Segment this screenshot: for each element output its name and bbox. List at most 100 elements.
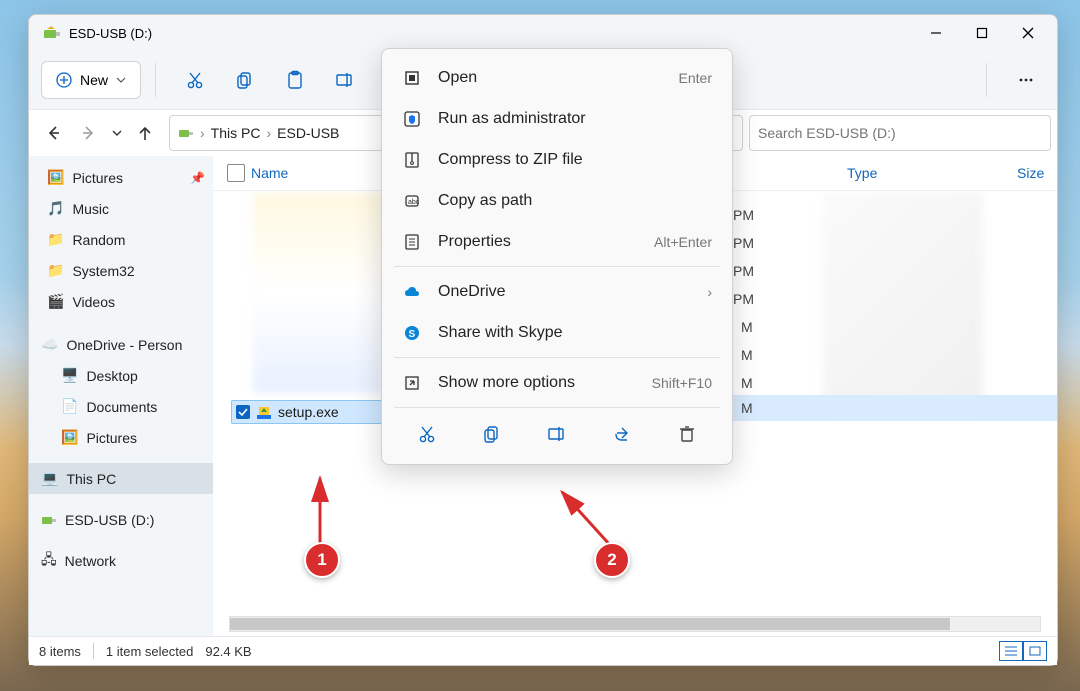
ctx-admin[interactable]: Run as administrator [382,98,732,139]
usb-drive-icon [41,514,57,526]
maximize-button[interactable] [959,15,1005,51]
forward-button[interactable] [71,115,107,151]
file-row-setup[interactable]: setup.exe [231,400,387,424]
sidebar-item-random[interactable]: 📁 Random [29,224,213,255]
file-date: M [741,375,753,391]
ctx-label: OneDrive [438,283,506,301]
pin-icon: 📌 [190,171,205,185]
sidebar-item-label: ESD-USB (D:) [65,512,154,528]
up-button[interactable] [127,115,163,151]
recent-button[interactable] [107,115,127,151]
status-bar: 8 items 1 item selected 92.4 KB [29,636,1057,665]
folder-icon: 📁 [47,231,64,248]
zip-icon [402,151,422,169]
ctx-delete-button[interactable] [668,415,706,453]
ctx-open[interactable]: Open Enter [382,57,732,98]
copy-button[interactable] [226,61,264,99]
ctx-share-button[interactable] [603,415,641,453]
sidebar-item-label: Network [65,553,116,569]
minimize-button[interactable] [913,15,959,51]
sidebar-item-label: Random [72,232,125,248]
file-date: M [741,347,753,363]
checkbox-checked-icon [236,405,250,419]
desktop-icon: 🖥️ [61,367,78,384]
ctx-shortcut: Shift+F10 [652,375,712,391]
rename-button[interactable] [326,61,364,99]
new-button[interactable]: New [41,61,141,99]
ctx-cut-button[interactable] [408,415,446,453]
icons-view-button[interactable] [1023,641,1047,661]
ctx-more[interactable]: Show more options Shift+F10 [382,362,732,403]
sidebar-item-label: This PC [66,471,116,487]
ctx-properties[interactable]: Properties Alt+Enter [382,221,732,262]
new-button-label: New [80,72,108,88]
sidebar-item-desktop[interactable]: 🖥️Desktop [29,360,213,391]
breadcrumb-thispc[interactable]: This PC [211,125,261,141]
status-size: 92.4 KB [205,644,251,659]
ctx-shortcut: Alt+Enter [654,234,712,250]
ctx-zip[interactable]: Compress to ZIP file [382,139,732,180]
column-type[interactable]: Type [847,165,1017,181]
sidebar-item-videos[interactable]: 🎬Videos [29,286,213,317]
sidebar-item-label: Music [72,201,109,217]
file-date: PM [733,207,754,223]
annotation-marker-2: 2 [594,542,630,578]
cut-button[interactable] [176,61,214,99]
sidebar-item-pictures[interactable]: 🖼️Pictures📌 [29,162,213,193]
cloud-icon [402,285,422,299]
window-title: ESD-USB (D:) [69,26,152,41]
file-date: PM [733,291,754,307]
sidebar-item-onedrive[interactable]: ☁️OneDrive - Person [29,329,213,360]
sidebar-item-music[interactable]: 🎵Music [29,193,213,224]
ctx-copypath[interactable]: abc Copy as path [382,180,732,221]
video-icon: 🎬 [47,293,64,310]
file-date: PM [733,263,754,279]
menu-separator [394,357,720,358]
sidebar-item-label: Pictures [72,170,123,186]
ctx-label: Compress to ZIP file [438,151,583,169]
titlebar: ESD-USB (D:) [29,15,1057,51]
search-input[interactable] [749,115,1051,151]
ctx-rename-button[interactable] [538,415,576,453]
copypath-icon: abc [402,192,422,210]
ctx-onedrive[interactable]: OneDrive › [382,271,732,312]
sidebar-item-pictures[interactable]: 🖼️Pictures [29,422,213,453]
file-date: M [741,319,753,335]
file-date: PM [733,235,754,251]
ctx-shortcut: Enter [679,70,712,86]
sidebar-item-thispc[interactable]: 💻 This PC [29,463,213,494]
breadcrumb-esd[interactable]: ESD-USB [277,125,339,141]
close-button[interactable] [1005,15,1051,51]
column-size[interactable]: Size [1017,165,1057,181]
svg-text:abc: abc [408,199,420,206]
ctx-skype[interactable]: S Share with Skype [382,312,732,353]
status-selected: 1 item selected [106,644,193,659]
horizontal-scrollbar[interactable] [229,616,1041,632]
cloud-icon: ☁️ [41,336,58,353]
sidebar-item-esd[interactable]: ESD-USB (D:) [29,504,213,535]
ctx-copy-button[interactable] [473,415,511,453]
separator [155,63,156,97]
context-menu: Open Enter Run as administrator Compress… [381,48,733,465]
chevron-right-icon: › [707,284,712,300]
document-icon: 📄 [61,398,78,415]
sidebar-item-system32[interactable]: 📁System32 [29,255,213,286]
usb-drive-icon [178,127,194,139]
pc-icon: 💻 [41,470,58,487]
menu-separator [394,266,720,267]
more-button[interactable] [1007,61,1045,99]
usb-drive-icon [43,26,61,40]
back-button[interactable] [35,115,71,151]
setup-icon [256,404,272,420]
ctx-label: Copy as path [438,192,532,210]
sidebar-item-documents[interactable]: 📄Documents [29,391,213,422]
shield-icon [402,110,422,128]
select-all-checkbox[interactable] [221,164,251,182]
properties-icon [402,233,422,251]
annotation-marker-1: 1 [304,542,340,578]
details-view-button[interactable] [999,641,1023,661]
sidebar-item-network[interactable]: 🖧Network [29,545,213,576]
sidebar-item-label: Pictures [86,430,137,446]
paste-button[interactable] [276,61,314,99]
open-icon [402,69,422,87]
